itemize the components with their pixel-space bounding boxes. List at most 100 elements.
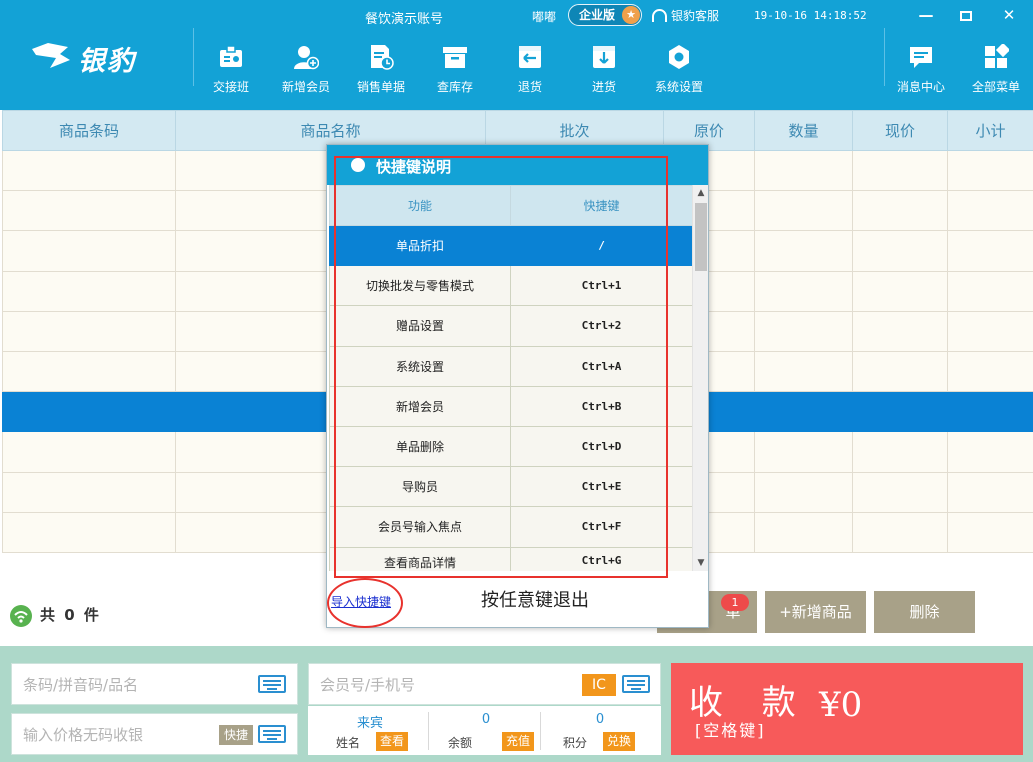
toolbar-label: 新增会员 [281, 80, 330, 94]
toolbar-return-button[interactable]: 退货 [490, 44, 570, 100]
shortcut-function: 系统设置 [329, 345, 511, 387]
column-header-subtotal[interactable]: 小计 [947, 110, 1033, 151]
item-count: 共 0 件 [40, 606, 101, 624]
toolbar-purchase-button[interactable]: 进货 [564, 44, 644, 100]
dialog-title: 快捷键说明 [376, 158, 452, 176]
maximize-icon [960, 11, 972, 21]
divider [540, 712, 541, 750]
divider [428, 712, 429, 750]
price-placeholder: 输入价格无码收银 [23, 726, 144, 744]
toolbar-inventory-button[interactable]: 查库存 [415, 44, 495, 100]
shortcut-header-row: 功能 快捷键 [329, 185, 693, 226]
datetime-display: 19-10-16 14:18:52 [754, 9, 867, 22]
shortcut-row-selected[interactable]: 单品折扣 / [329, 224, 693, 267]
top-header-bar: 餐饮演示账号 嘟嘟 企业版 ★ 银豹客服 19-10-16 14:18:52 —… [0, 0, 1033, 110]
shortcut-function: 赠品设置 [329, 305, 511, 347]
shortcut-table: 功能 快捷键 单品折扣 / 切换批发与零售模式 Ctrl+1 赠品设置 Ctrl+2 … [329, 185, 693, 572]
column-header-current-price[interactable]: 现价 [852, 110, 948, 151]
toolbar-system-settings-button[interactable]: 系统设置 [639, 44, 719, 100]
customer-service-link[interactable]: 银豹客服 [652, 7, 719, 24]
shortcut-row[interactable]: 赠品设置 Ctrl+2 [329, 305, 693, 347]
column-header-function: 功能 [329, 185, 511, 226]
purchase-in-icon [593, 46, 615, 68]
import-shortcuts-link[interactable]: 导入快捷键 [331, 593, 391, 610]
scroll-down-icon[interactable]: ▼ [696, 558, 706, 568]
shortcut-key: Ctrl+A [510, 345, 693, 387]
keyboard-icon[interactable] [258, 725, 286, 743]
member-info-panel: 来宾 姓名 查看 0 余额 充值 0 积分 兑换 [308, 706, 661, 755]
all-menu-icon [985, 44, 1009, 68]
checkout-amount: ¥0 [819, 685, 863, 725]
scrollbar-thumb[interactable] [695, 203, 707, 271]
scroll-up-icon[interactable]: ▲ [696, 188, 706, 198]
ic-card-button[interactable]: IC [582, 674, 616, 696]
brand-name: 银豹 [78, 46, 136, 77]
add-member-icon [294, 46, 319, 70]
shortcut-row[interactable]: 切换批发与零售模式 Ctrl+1 [329, 265, 693, 307]
member-points-label: 积分 [563, 736, 588, 750]
dialog-header: 快捷键说明 [327, 145, 708, 185]
toolbar-label: 全部菜单 [971, 80, 1020, 94]
recharge-button[interactable]: 充值 [502, 732, 535, 751]
add-product-button[interactable]: +新增商品 [765, 591, 866, 633]
pos-app-window: { "window": { "title": "餐饮演示账号", "user":… [0, 0, 1033, 762]
shortcut-key: Ctrl+1 [510, 265, 693, 307]
column-header-barcode[interactable]: 商品条码 [2, 110, 176, 151]
delete-button[interactable]: 删除 [874, 591, 975, 633]
toolbar-all-menu-button[interactable]: 全部菜单 [956, 44, 1033, 100]
shortcut-row[interactable]: 会员号输入焦点 Ctrl+F [329, 506, 693, 548]
shortcut-row[interactable]: 导购员 Ctrl+E [329, 466, 693, 508]
current-user: 嘟嘟 [532, 10, 557, 24]
minimize-button[interactable]: — [913, 4, 939, 26]
shortcut-function: 会员号输入焦点 [329, 506, 511, 548]
settings-gear-icon [669, 45, 689, 69]
exit-hint: 按任意键退出 [481, 590, 589, 611]
toolbar-label: 查库存 [436, 80, 473, 94]
toolbar-shift-handover-button[interactable]: 交接班 [191, 44, 271, 100]
maximize-button[interactable] [953, 4, 979, 26]
member-placeholder: 会员号/手机号 [320, 676, 416, 694]
column-header-quantity[interactable]: 数量 [754, 110, 853, 151]
leopard-logo-icon [32, 43, 70, 68]
message-center-icon [910, 47, 932, 68]
shortcut-key: Ctrl+D [510, 425, 693, 468]
quick-button[interactable]: 快捷 [219, 725, 253, 745]
shortcut-row[interactable]: 查看商品详情 Ctrl+G [329, 546, 693, 572]
pending-order-badge: 1 [721, 594, 749, 611]
member-name-label: 姓名 [336, 736, 361, 750]
view-member-button[interactable]: 查看 [376, 732, 409, 751]
dialog-scrollbar[interactable]: ▲ ▼ [692, 185, 708, 571]
sales-receipt-icon [371, 45, 394, 70]
price-input[interactable]: 输入价格无码收银 [11, 713, 298, 755]
inventory-box-icon [443, 47, 467, 68]
member-name-value: 来宾 [356, 716, 383, 731]
redeem-points-button[interactable]: 兑换 [603, 732, 636, 751]
member-balance-label: 余额 [448, 736, 473, 750]
network-status-icon [10, 605, 32, 627]
shortcut-function: 单品折扣 [329, 224, 511, 267]
column-header-shortcut: 快捷键 [510, 185, 693, 226]
toolbar-add-member-button[interactable]: 新增会员 [266, 44, 346, 100]
barcode-search-input[interactable]: 条码/拼音码/品名 [11, 663, 298, 705]
toolbar-sales-receipt-button[interactable]: 销售单据 [341, 44, 421, 100]
toolbar-label: 系统设置 [654, 80, 703, 94]
edition-badge: 企业版 ★ [568, 4, 642, 26]
shortcut-key: Ctrl+G [510, 546, 693, 572]
shortcut-key: / [510, 224, 693, 267]
checkout-button[interactable]: 收 款 [空格键] ¥0 [671, 663, 1023, 755]
keyboard-icon[interactable] [622, 675, 650, 693]
close-button[interactable]: ✕ [996, 4, 1022, 26]
toolbar-label: 退货 [517, 80, 542, 94]
shortcut-row[interactable]: 单品删除 Ctrl+D [329, 425, 693, 468]
checkout-hotkey-hint: [空格键] [695, 721, 766, 740]
shortcut-key: Ctrl+E [510, 466, 693, 508]
keyboard-icon[interactable] [258, 675, 286, 693]
star-icon: ★ [622, 6, 640, 24]
shortcut-function: 新增会员 [329, 385, 511, 427]
toolbar-label: 进货 [591, 80, 616, 94]
shortcut-row[interactable]: 新增会员 Ctrl+B [329, 385, 693, 427]
toolbar-message-center-button[interactable]: 消息中心 [881, 44, 961, 100]
shortcut-function: 查看商品详情 [329, 546, 511, 572]
shortcut-row[interactable]: 系统设置 Ctrl+A [329, 345, 693, 387]
toolbar-label: 销售单据 [356, 80, 405, 94]
